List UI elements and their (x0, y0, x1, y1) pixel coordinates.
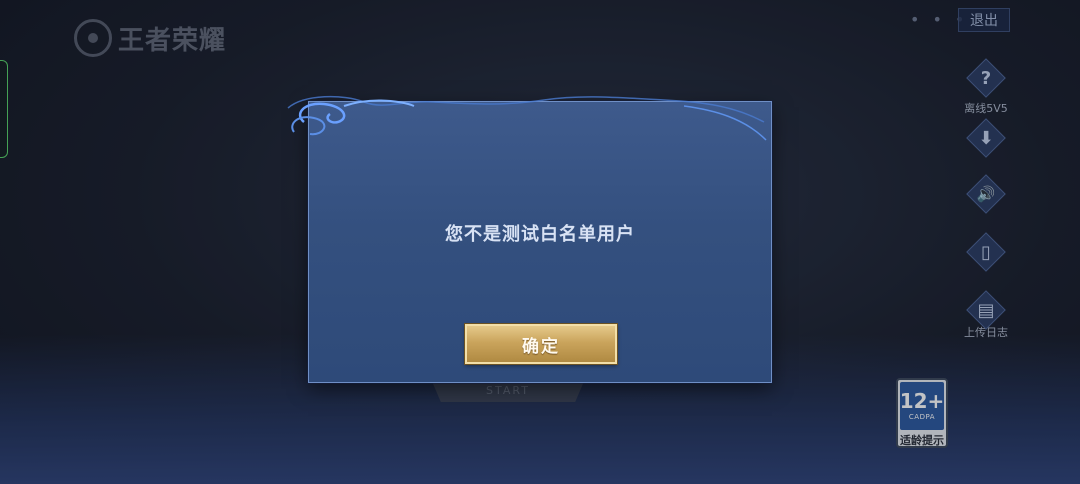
dialog-message: 您不是测试白名单用户 (445, 224, 635, 245)
dialog-cloud-ornament (287, 95, 767, 141)
confirm-button[interactable]: 确定 (465, 324, 617, 364)
